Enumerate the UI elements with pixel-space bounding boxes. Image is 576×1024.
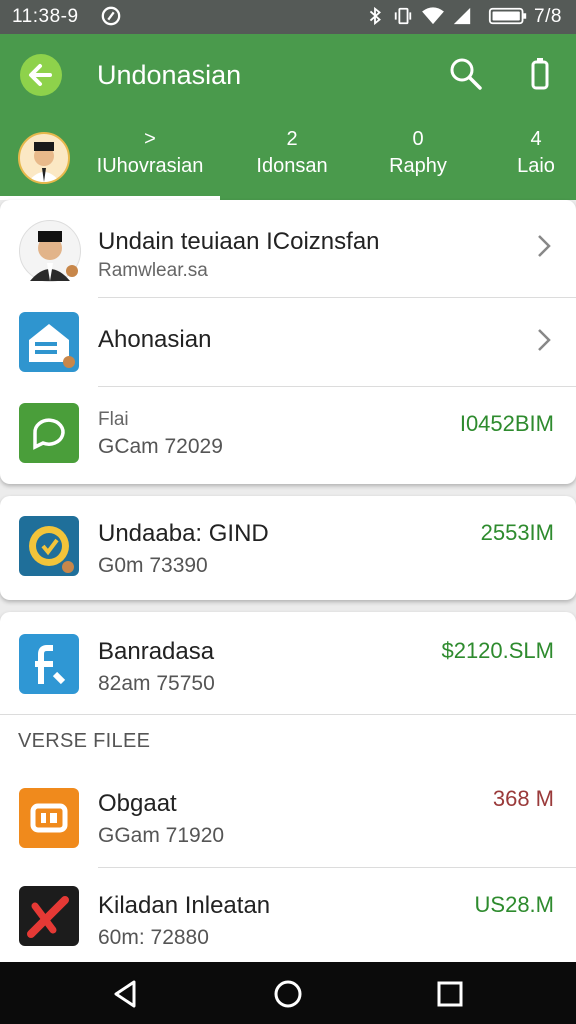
person-avatar-icon — [28, 142, 60, 182]
list-item-title: Kiladan Inleatan — [98, 892, 271, 919]
home-circle-icon[interactable] — [272, 978, 304, 1010]
list-item-subtitle: GCam 72029 — [98, 435, 223, 458]
list-item-amount: 368 M — [492, 786, 554, 811]
list-item-title: Undaaba: GIND — [98, 520, 269, 547]
tab-label: IUhovrasian — [96, 155, 204, 177]
chat-app-icon — [19, 403, 79, 463]
tab-3[interactable]: 4 Laio — [496, 124, 576, 200]
status-bar: 11:38-9 7/8 — [0, 0, 576, 34]
list-item-subtitle: GGam 71920 — [98, 824, 225, 847]
list-item[interactable]: Banradasa 82am 75750 $2120.SLM — [0, 612, 576, 714]
tab-label: Raphy — [389, 155, 447, 177]
section-header: VERSE FILEE — [18, 730, 151, 752]
status-right-text: 7/8 — [534, 6, 562, 27]
orange-app-icon — [19, 788, 79, 848]
signal-icon — [453, 7, 471, 25]
red-app-icon — [19, 886, 79, 946]
list-item-subtitle: 82am 75750 — [98, 672, 215, 695]
arrow-left-icon — [29, 64, 52, 86]
tab-count: > — [144, 128, 156, 150]
card-main: Undain teuiaan ICoiznsfan Ramwlear.sa Ah… — [0, 200, 576, 484]
divider — [0, 714, 576, 715]
battery-icon[interactable] — [525, 56, 555, 92]
navigation-bar — [0, 962, 576, 1024]
list-item-amount: US28.M — [474, 892, 554, 917]
chevron-right-icon — [538, 329, 551, 351]
list-item-title: Banradasa — [98, 638, 215, 665]
tab-count: 4 — [530, 128, 542, 150]
list-item[interactable]: Undain teuiaan ICoiznsfan Ramwlear.sa — [0, 200, 576, 296]
gauge-app-icon — [19, 516, 79, 576]
tab-1[interactable]: 2 Idonsan — [230, 124, 354, 200]
list-item-title: Ahonasian — [98, 326, 212, 353]
page-title: Undonasian — [97, 60, 242, 90]
tab-avatar[interactable] — [18, 132, 70, 184]
list-item[interactable]: Ahonasian — [0, 298, 576, 394]
chevron-right-icon — [538, 235, 551, 257]
wifi-icon — [422, 7, 444, 25]
facebook-app-icon — [19, 634, 79, 694]
tab-2[interactable]: 0 Raphy — [370, 124, 466, 200]
app-bar: Undonasian > IUhovrasian 2 Idonsan 0 Rap… — [0, 34, 576, 200]
search-icon[interactable] — [448, 56, 484, 92]
list-item-subtitle: Ramwlear.sa — [98, 260, 208, 281]
list-item[interactable]: Flai GCam 72029 I0452BIM — [0, 387, 576, 483]
list-item-subtitle: G0m 73390 — [98, 554, 208, 577]
home-app-icon — [19, 312, 79, 372]
list-item-amount: 2553IM — [480, 520, 554, 545]
card-list: Banradasa 82am 75750 $2120.SLM VERSE FIL… — [0, 612, 576, 962]
back-button[interactable] — [20, 54, 62, 96]
vibrate-icon — [394, 7, 412, 25]
list-item[interactable]: Obgaat GGam 71920 368 M — [0, 762, 576, 866]
recents-square-icon[interactable] — [434, 978, 466, 1010]
list-item-amount: I0452BIM — [459, 411, 554, 436]
card-item[interactable]: Undaaba: GIND G0m 73390 2553IM — [0, 496, 576, 600]
tab-count: 0 — [412, 128, 424, 150]
tab-label: Laio — [517, 155, 555, 177]
list-item-title: Undain teuiaan ICoiznsfan — [98, 228, 380, 255]
back-triangle-icon[interactable] — [110, 978, 142, 1010]
battery-status-icon — [488, 7, 527, 25]
bluetooth-icon — [369, 6, 381, 26]
list-item[interactable]: Kiladan Inleatan 60m: 72880 US28.M — [0, 868, 576, 962]
list-item-amount: $2120.SLM — [441, 638, 554, 663]
list-item-subtitle: 60m: 72880 — [98, 926, 209, 949]
list-item-title: Obgaat — [98, 790, 177, 817]
status-time: 11:38-9 — [12, 6, 79, 27]
list-item-title: Flai — [98, 409, 129, 430]
data-saver-icon — [101, 6, 121, 26]
person-avatar-icon — [19, 220, 81, 282]
tab-label: Idonsan — [256, 155, 328, 177]
tab-count: 2 — [286, 128, 298, 150]
tab-0[interactable]: > IUhovrasian — [80, 124, 220, 200]
